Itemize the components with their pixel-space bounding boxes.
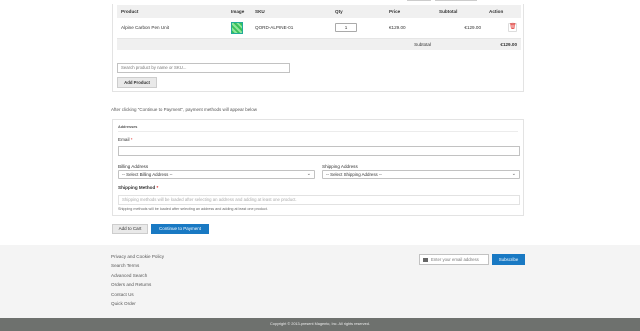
billing-address-select[interactable]: -- Select Billing Address -- ⌄: [118, 170, 315, 179]
footer-link-contact[interactable]: Contact Us: [111, 292, 164, 301]
billing-address-label: Billing Address: [118, 164, 149, 169]
footer-link-quick-order[interactable]: Quick Order: [111, 301, 164, 310]
subtotal-label: Subtotal: [385, 38, 435, 50]
email-field[interactable]: [118, 146, 520, 156]
page-footer: Privacy and Cookie Policy Search Terms A…: [0, 245, 640, 318]
shipping-method-field[interactable]: Shipping methods will be loaded after se…: [118, 195, 520, 205]
shipping-method-note: Shipping methods will be loaded after se…: [118, 207, 268, 211]
shipping-address-select[interactable]: -- Select Shipping Address -- ⌄: [322, 170, 520, 179]
table-header-row: Product Image SKU Qty Price Subtotal Act…: [117, 5, 521, 18]
divider: [118, 131, 518, 132]
footer-link-advanced-search[interactable]: Advanced Search: [111, 273, 164, 282]
col-header-price: Price: [385, 5, 435, 18]
col-header-action: Action: [485, 5, 521, 18]
edge-fragment: [407, 0, 431, 1]
subscribe-button[interactable]: Subscribe: [492, 254, 525, 265]
add-product-button[interactable]: Add Product: [117, 77, 157, 88]
col-header-subtotal: Subtotal: [435, 5, 485, 18]
envelope-icon: [423, 258, 428, 262]
newsletter-email-input[interactable]: Enter your email address: [419, 254, 489, 265]
footer-link-orders-returns[interactable]: Orders and Returns: [111, 282, 164, 291]
col-header-sku: SKU: [251, 5, 331, 18]
footer-links: Privacy and Cookie Policy Search Terms A…: [111, 254, 164, 310]
shipping-address-label: Shipping Address: [322, 164, 358, 169]
footer-link-search-terms[interactable]: Search Terms: [111, 263, 164, 272]
required-mark: *: [130, 137, 133, 142]
shipping-method-label: Shipping Method *: [118, 185, 159, 190]
table-row: Alpine Carbon Pen Unit QORD-ALPINE-01 1 …: [117, 18, 521, 39]
col-header-qty: Qty: [331, 5, 385, 18]
product-price: €129.00: [385, 18, 435, 39]
row-subtotal: €129.00: [435, 18, 485, 39]
payment-note: After clicking "Continue to Payment", pa…: [111, 107, 258, 112]
subtotal-value: €129.00: [485, 38, 521, 50]
col-header-product: Product: [117, 5, 227, 18]
product-thumbnail: [231, 21, 243, 34]
order-items-table: Product Image SKU Qty Price Subtotal Act…: [117, 5, 521, 50]
order-items-panel: Product Image SKU Qty Price Subtotal Act…: [112, 4, 524, 92]
product-search-input[interactable]: Search product by name or SKU...: [117, 63, 290, 73]
footer-link-privacy[interactable]: Privacy and Cookie Policy: [111, 254, 164, 263]
add-to-cart-button[interactable]: Add to Cart: [112, 224, 148, 234]
product-name: Alpine Carbon Pen Unit: [117, 18, 227, 39]
copyright-bar: Copyright © 2013-present Magento, Inc. A…: [0, 318, 640, 331]
chevron-down-icon: ⌄: [511, 171, 516, 177]
qty-input[interactable]: 1: [335, 23, 357, 33]
continue-to-payment-button[interactable]: Continue to Payment: [151, 224, 209, 234]
addresses-panel: Addresses Email * Billing Address -- Sel…: [112, 119, 524, 216]
col-header-image: Image: [227, 5, 251, 18]
email-label: Email *: [118, 137, 133, 142]
chevron-down-icon: ⌄: [306, 171, 311, 177]
trash-icon[interactable]: 🗑: [508, 23, 517, 33]
subtotal-row: Subtotal €129.00: [117, 38, 521, 50]
addresses-title: Addresses: [118, 125, 138, 129]
edge-fragment: [435, 0, 477, 1]
product-sku: QORD-ALPINE-01: [251, 18, 331, 39]
required-mark: *: [156, 185, 159, 190]
